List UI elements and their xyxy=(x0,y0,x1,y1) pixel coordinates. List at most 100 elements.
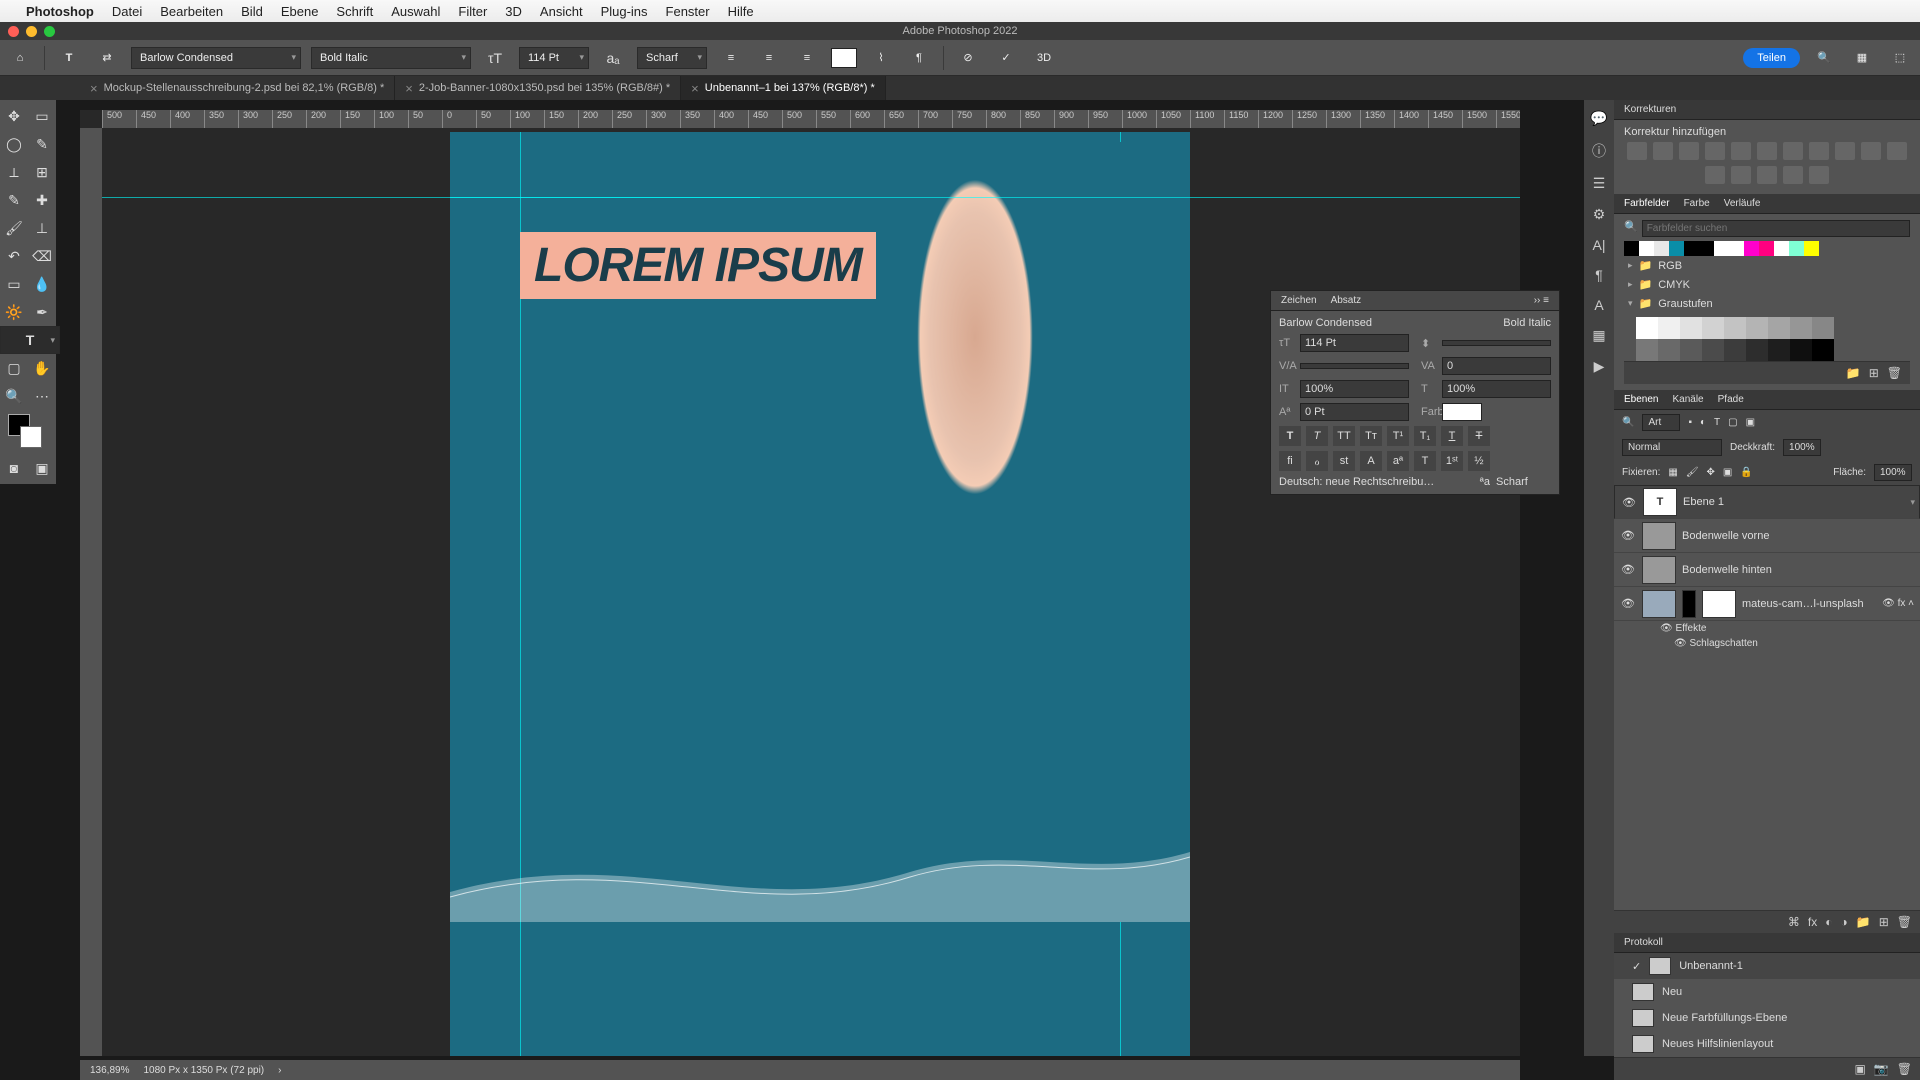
font-family-select[interactable]: Barlow Condensed xyxy=(131,47,301,69)
text-color-swatch[interactable] xyxy=(831,48,857,68)
minimize-icon[interactable] xyxy=(26,26,37,37)
ordinals-btn[interactable]: aª xyxy=(1387,451,1409,471)
swatch[interactable] xyxy=(1639,241,1654,256)
layer-row[interactable]: 👁 Bodenwelle hinten xyxy=(1614,553,1920,587)
align-left-icon[interactable]: ≡ xyxy=(717,44,745,72)
fx-icon[interactable]: 👁 fx ˄ xyxy=(1882,598,1914,609)
gray-swatch[interactable] xyxy=(1768,317,1790,339)
opacity-value[interactable]: 100% xyxy=(1783,439,1821,456)
colorbalance-icon[interactable] xyxy=(1783,142,1803,160)
tab-doc-2[interactable]: ×2-Job-Banner-1080x1350.psd bei 135% (RG… xyxy=(395,76,681,100)
tab-pfade[interactable]: Pfade xyxy=(1718,394,1744,405)
half-btn[interactable]: ½ xyxy=(1468,451,1490,471)
tab-kanaele[interactable]: Kanäle xyxy=(1672,394,1703,405)
visibility-icon[interactable]: 👁 xyxy=(1620,597,1636,610)
swash-btn[interactable]: ℴ xyxy=(1306,451,1328,471)
font-size-select[interactable]: 114 Pt xyxy=(519,47,589,69)
menu-schrift[interactable]: Schrift xyxy=(336,4,373,19)
mask-icon[interactable]: ◐ xyxy=(1825,915,1832,929)
visibility-icon[interactable]: 👁 xyxy=(1620,563,1636,576)
menu-filter[interactable]: Filter xyxy=(458,4,487,19)
invert-icon[interactable] xyxy=(1705,166,1725,184)
folder-cmyk[interactable]: 📁 CMYK xyxy=(1624,275,1910,294)
edit-toolbar-icon[interactable]: ⋯ xyxy=(28,382,56,410)
glyphs-icon[interactable]: A xyxy=(1594,297,1603,313)
pen-tool[interactable]: ✒ xyxy=(28,298,56,326)
hand-tool[interactable]: ✋ xyxy=(28,354,56,382)
new-layer-icon[interactable]: ⊞ xyxy=(1879,915,1889,929)
swatch[interactable] xyxy=(1714,241,1729,256)
align-center-icon[interactable]: ≡ xyxy=(755,44,783,72)
subscript-btn[interactable]: T₁ xyxy=(1414,426,1436,446)
menu-3d[interactable]: 3D xyxy=(505,4,522,19)
posterize-icon[interactable] xyxy=(1731,166,1751,184)
layer-row[interactable]: 👁 T Ebene 1 xyxy=(1614,485,1920,519)
fill-value[interactable]: 100% xyxy=(1874,464,1912,481)
delete-state-icon[interactable]: 🗑 xyxy=(1897,1062,1912,1076)
doc-dimensions[interactable]: 1080 Px x 1350 Px (72 ppi) xyxy=(143,1065,264,1076)
dodge-tool[interactable]: 🔆 xyxy=(0,298,28,326)
layer-thumb[interactable]: T xyxy=(1643,488,1677,516)
cancel-icon[interactable]: ⊘ xyxy=(954,44,982,72)
layer-name[interactable]: Bodenwelle hinten xyxy=(1682,564,1772,576)
history-step[interactable]: Neu xyxy=(1614,979,1920,1005)
gray-swatch[interactable] xyxy=(1746,317,1768,339)
swatch-new-icon[interactable]: ⊞ xyxy=(1869,366,1879,380)
1st-btn[interactable]: 1ˢᵗ xyxy=(1441,451,1463,471)
history-step[interactable]: Neues Hilfslinienlayout xyxy=(1614,1031,1920,1057)
char-leading[interactable] xyxy=(1442,340,1551,346)
char-lang[interactable]: Deutsch: neue Rechtschreibu… xyxy=(1279,476,1474,488)
brush-tool[interactable]: 🖌 xyxy=(0,214,28,242)
snapshot-icon[interactable]: 📷 xyxy=(1874,1062,1889,1076)
char-tracking[interactable]: 0 xyxy=(1442,357,1551,375)
tab-farbe[interactable]: Farbe xyxy=(1684,198,1710,209)
adjustments-header[interactable]: Korrekturen xyxy=(1614,100,1920,120)
swatch[interactable] xyxy=(1789,241,1804,256)
type-tool[interactable]: T xyxy=(0,326,60,354)
exposure-icon[interactable] xyxy=(1705,142,1725,160)
link-layers-icon[interactable]: ⌘ xyxy=(1788,915,1800,929)
layer-thumb[interactable] xyxy=(1642,590,1676,618)
close-icon[interactable] xyxy=(8,26,19,37)
gradient-tool[interactable]: ▭ xyxy=(0,270,28,298)
photofilter-icon[interactable] xyxy=(1835,142,1855,160)
swatch-folder-icon[interactable]: 📁 xyxy=(1846,366,1861,380)
char-hscale[interactable]: 100% xyxy=(1442,380,1551,398)
quickmask-icon[interactable]: ◙ xyxy=(0,454,28,482)
filter-shape-icon[interactable]: ▢ xyxy=(1728,417,1737,428)
tab-ebenen[interactable]: Ebenen xyxy=(1624,394,1658,405)
ruler-vertical[interactable] xyxy=(80,128,102,1056)
zoom-level[interactable]: 136,89% xyxy=(90,1065,129,1076)
adjustments-icon[interactable]: ⚙ xyxy=(1593,206,1606,223)
home-icon[interactable]: ⌂ xyxy=(6,44,34,72)
paragraph-icon[interactable]: ¶ xyxy=(1595,267,1603,283)
swatch[interactable] xyxy=(1699,241,1714,256)
gray-swatch[interactable] xyxy=(1746,339,1768,361)
swatch[interactable] xyxy=(1684,241,1699,256)
ligatures-btn[interactable]: fi xyxy=(1279,451,1301,471)
layer-filter-kind[interactable]: Art xyxy=(1642,414,1680,431)
collapse-icon[interactable]: ›› ≡ xyxy=(1534,295,1549,306)
menu-bild[interactable]: Bild xyxy=(241,4,263,19)
app-name[interactable]: Photoshop xyxy=(26,4,94,19)
gray-swatch[interactable] xyxy=(1812,339,1834,361)
gray-swatch[interactable] xyxy=(1636,317,1658,339)
gradientmap-icon[interactable] xyxy=(1783,166,1803,184)
actions-icon[interactable]: ▶ xyxy=(1594,358,1605,375)
tab-zeichen[interactable]: Zeichen xyxy=(1281,295,1317,306)
adjustment-layer-icon[interactable]: ◑ xyxy=(1841,915,1848,929)
char-vscale[interactable]: 100% xyxy=(1300,380,1409,398)
styles-icon[interactable]: ▦ xyxy=(1592,327,1605,344)
lock-transparency-icon[interactable]: ▦ xyxy=(1668,467,1677,478)
fractions-btn[interactable]: T xyxy=(1414,451,1436,471)
effect-schlagschatten[interactable]: 👁 Schlagschatten xyxy=(1614,636,1920,651)
layer-name[interactable]: mateus-cam…l-unsplash xyxy=(1742,598,1864,610)
char-color[interactable] xyxy=(1442,403,1482,421)
folder-rgb[interactable]: 📁 RGB xyxy=(1624,256,1910,275)
fx-add-icon[interactable]: fx xyxy=(1808,915,1817,929)
channelmixer-icon[interactable] xyxy=(1861,142,1881,160)
gray-swatch[interactable] xyxy=(1790,317,1812,339)
visibility-icon[interactable]: 👁 xyxy=(1620,529,1636,542)
info-icon[interactable]: ⓘ xyxy=(1592,141,1606,161)
gray-swatch[interactable] xyxy=(1724,339,1746,361)
